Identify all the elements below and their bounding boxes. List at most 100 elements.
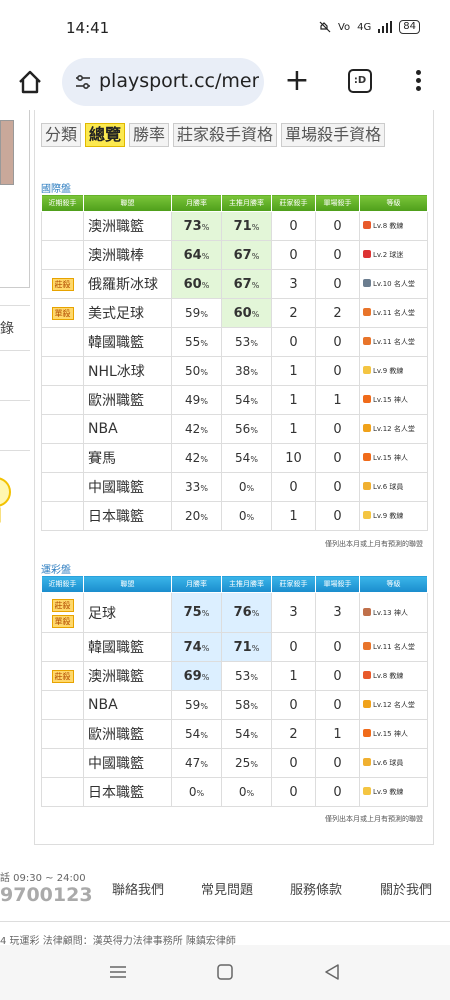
main-pick-win-rate-value: 54	[235, 393, 251, 407]
league-name[interactable]: 美式足球	[83, 298, 172, 328]
table-row[interactable]: NBA 42% 56% 1 0 Lv.12 名人堂	[41, 414, 428, 444]
back-icon[interactable]	[324, 964, 340, 980]
table-row[interactable]: 澳洲職棒 64% 67% 0 0 Lv.2 球迷	[41, 240, 428, 270]
footer-link-faq[interactable]: 常見問題	[201, 879, 253, 898]
table-row[interactable]: 單殺 美式足球 59% 60% 2 2 Lv.11 名人堂	[41, 298, 428, 328]
table-row[interactable]: 日本職籃 0% 0% 0 0 Lv.9 教練	[41, 777, 428, 807]
league-name[interactable]: 中國職籃	[83, 748, 172, 778]
league-name[interactable]: NBA	[83, 414, 172, 444]
killer-badge[interactable]: 單殺	[51, 307, 74, 320]
killer-badge[interactable]: 莊殺	[51, 278, 74, 291]
new-tab-button[interactable]: +	[283, 66, 311, 96]
column-header: 月勝率	[171, 194, 222, 212]
url-text[interactable]: playsport.cc/men	[99, 70, 259, 92]
level-label: Lv.13 神人	[373, 608, 408, 617]
column-header: 近期殺手	[41, 194, 84, 212]
level-cell: Lv.10 名人堂	[359, 269, 428, 299]
killer-badge[interactable]: 單殺	[51, 614, 74, 628]
percent-sign: %	[250, 760, 258, 769]
single-killer-count: 0	[315, 777, 360, 807]
league-name[interactable]: 日本職籃	[83, 777, 172, 807]
single-killer-count: 3	[315, 592, 360, 633]
service-phone[interactable]: 9700123	[0, 884, 93, 906]
league-name[interactable]: 歐洲職籃	[83, 719, 172, 749]
dealer-killer-count: 0	[271, 327, 316, 357]
table-row[interactable]: 日本職籃 20% 0% 1 0 Lv.9 教練	[41, 501, 428, 531]
tab-switcher-button[interactable]: :D	[348, 69, 372, 93]
percent-sign: %	[250, 702, 258, 711]
recent-apps-icon[interactable]	[110, 965, 126, 979]
side-avatar[interactable]	[0, 120, 14, 185]
tab-4[interactable]: 單場殺手資格	[281, 123, 386, 147]
percent-sign: %	[200, 310, 208, 319]
league-name[interactable]: NBA	[83, 690, 172, 720]
tab-1[interactable]: 總覽	[85, 123, 126, 147]
browser-menu-icon[interactable]	[412, 67, 424, 97]
league-name[interactable]: 歐洲職籃	[83, 385, 172, 415]
main-pick-win-rate: 53%	[221, 327, 272, 357]
percent-sign: %	[251, 251, 260, 261]
league-name[interactable]: 足球	[83, 592, 172, 633]
dealer-killer-count: 0	[271, 690, 316, 720]
site-settings-icon[interactable]	[74, 73, 92, 91]
column-header: 單場殺手	[315, 575, 360, 593]
international-note: 僅列出本月或上月有預測的聯盟	[325, 540, 423, 548]
league-name[interactable]: 賽馬	[83, 443, 172, 473]
league-name[interactable]: 中國職籃	[83, 472, 172, 502]
level-cell: Lv.9 教練	[359, 501, 428, 531]
column-header: 主推月勝率	[221, 194, 272, 212]
table-row[interactable]: 韓國職籃 55% 53% 0 0 Lv.11 名人堂	[41, 327, 428, 357]
league-name[interactable]: 韓國職籃	[83, 327, 172, 357]
tab-2[interactable]: 勝率	[129, 123, 170, 147]
percent-sign: %	[201, 280, 210, 290]
address-bar[interactable]: playsport.cc/men	[62, 58, 264, 106]
table-row[interactable]: 中國職籃 33% 0% 0 0 Lv.6 球員	[41, 472, 428, 502]
lightbulb-icon[interactable]	[0, 472, 14, 532]
month-win-rate-value: 50	[185, 364, 201, 378]
table-row[interactable]: NHL冰球 50% 38% 1 0 Lv.9 教練	[41, 356, 428, 386]
table-row[interactable]: NBA 59% 58% 0 0 Lv.12 名人堂	[41, 690, 428, 720]
recent-killer-cell	[41, 240, 84, 270]
killer-badge[interactable]: 莊殺	[51, 670, 74, 683]
table-row[interactable]: 莊殺 俄羅斯冰球 60% 67% 3 0 Lv.10 名人堂	[41, 269, 428, 299]
tab-0[interactable]: 分類	[41, 123, 82, 147]
league-name[interactable]: NHL冰球	[83, 356, 172, 386]
home-nav-icon[interactable]	[217, 964, 233, 980]
table-row[interactable]: 莊殺 單殺 足球 75% 76% 3 3 Lv.13 神人	[41, 592, 428, 633]
footer-link-contact[interactable]: 聯絡我們	[112, 879, 164, 898]
main-pick-win-rate-value: 53	[235, 335, 251, 349]
main-pick-win-rate: 76%	[221, 592, 272, 633]
footer-link-about[interactable]: 關於我們	[380, 879, 432, 898]
level-icon	[363, 424, 371, 432]
killer-badge[interactable]: 莊殺	[51, 598, 74, 612]
level-icon	[363, 453, 371, 461]
table-row[interactable]: 韓國職籃 74% 71% 0 0 Lv.11 名人堂	[41, 632, 428, 662]
home-icon[interactable]	[16, 68, 44, 96]
status-icons: Vo 4G 84	[319, 20, 420, 34]
table-row[interactable]: 賽馬 42% 54% 10 0 Lv.15 神人	[41, 443, 428, 473]
league-name[interactable]: 韓國職籃	[83, 632, 172, 662]
table-row[interactable]: 中國職籃 47% 25% 0 0 Lv.6 球員	[41, 748, 428, 778]
percent-sign: %	[250, 455, 258, 464]
tab-3[interactable]: 莊家殺手資格	[173, 123, 278, 147]
footer-link-terms[interactable]: 服務條款	[290, 879, 342, 898]
table-row[interactable]: 歐洲職籃 49% 54% 1 1 Lv.15 神人	[41, 385, 428, 415]
side-menu-record[interactable]: 錄	[0, 318, 14, 338]
league-name[interactable]: 澳洲職籃	[83, 211, 172, 241]
network-type-label: 4G	[357, 21, 372, 33]
main-pick-win-rate: 71%	[221, 632, 272, 662]
league-name[interactable]: 俄羅斯冰球	[83, 269, 172, 299]
league-name[interactable]: 日本職籃	[83, 501, 172, 531]
league-name[interactable]: 澳洲職籃	[83, 661, 172, 691]
table-row[interactable]: 澳洲職籃 73% 71% 0 0 Lv.8 教練	[41, 211, 428, 241]
lottery-title: 運彩盤	[41, 565, 71, 576]
level-icon	[363, 607, 371, 616]
league-name[interactable]: 澳洲職棒	[83, 240, 172, 270]
table-row[interactable]: 莊殺 澳洲職籃 69% 53% 1 0 Lv.8 教練	[41, 661, 428, 691]
recent-killer-cell: 莊殺	[41, 661, 84, 691]
month-win-rate-value: 42	[185, 451, 201, 465]
month-win-rate-value: 33	[185, 480, 201, 494]
table-row[interactable]: 歐洲職籃 54% 54% 2 1 Lv.15 神人	[41, 719, 428, 749]
percent-sign: %	[251, 280, 260, 290]
month-win-rate-value: 20	[185, 509, 201, 523]
